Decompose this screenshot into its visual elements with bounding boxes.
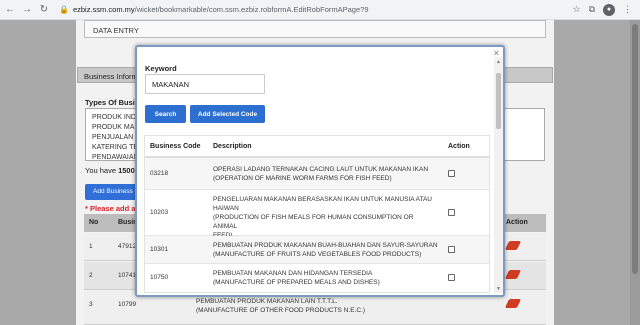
select-checkbox[interactable] — [448, 170, 455, 177]
description: OPERASI LADANG TERNAKAN CACING LAUT UNTU… — [213, 165, 438, 183]
browser-toolbar: ← → ↻ 🔒 ezbiz.ssm.com.my/wicket/bookmark… — [0, 0, 640, 20]
select-checkbox[interactable] — [448, 246, 455, 253]
data-entry-box: DATA ENTRY — [84, 20, 546, 38]
business-code: 10750 — [150, 274, 169, 281]
quota-value: 1500 — [118, 166, 135, 175]
row-no: 3 — [89, 301, 93, 308]
description-line: (PRODUCTION OF FISH MEALS FOR HUMAN CONS… — [213, 214, 414, 230]
bookmark-star-icon[interactable]: ☆ — [572, 4, 580, 15]
eraser-icon[interactable] — [504, 299, 522, 308]
header-action: Action — [448, 143, 470, 150]
back-arrow-icon[interactable]: ← — [3, 3, 17, 17]
scroll-up-icon[interactable]: ▲ — [496, 59, 501, 65]
business-code: 10301 — [150, 246, 169, 253]
search-button[interactable]: Search — [145, 105, 186, 123]
lock-icon[interactable]: 🔒 — [59, 5, 69, 14]
modal-scrollbar-thumb[interactable] — [496, 73, 501, 129]
quota-prefix: You have — [85, 166, 119, 175]
quota-text: You have 1500 — [85, 166, 135, 175]
select-checkbox[interactable] — [448, 209, 455, 216]
header-action: Action — [506, 219, 528, 226]
description-line: PENGELUARAN MAKANAN BERASASKAN IKAN UNTU… — [213, 196, 433, 203]
address-bar[interactable]: ezbiz.ssm.com.my/wicket/bookmarkable/com… — [73, 5, 573, 14]
description-line: (MANUFACTURE OF FRUITS AND VEGETABLES FO… — [213, 251, 422, 258]
header-description: Description — [213, 143, 252, 150]
row-code: 10799 — [118, 301, 137, 308]
select-checkbox[interactable] — [448, 274, 455, 281]
header-business-code: Business Code — [150, 143, 201, 150]
row-code: 10741 — [118, 272, 137, 279]
description-line: PEMBUATAN PRODUK MAKANAN BUAH-BUAHAN DAN… — [213, 242, 438, 249]
profile-avatar-icon[interactable]: ● — [603, 3, 615, 16]
results-header: Business Code Description Action — [145, 136, 489, 158]
keyword-input[interactable] — [145, 74, 265, 94]
description: PEMBUATAN PRODUK MAKANAN BUAH-BUAHAN DAN… — [213, 241, 438, 259]
business-code: 10203 — [150, 209, 169, 216]
description: PENGELUARAN MAKANAN BERASASKAN IKAN UNTU… — [213, 195, 438, 240]
add-business-button[interactable]: Add Business — [85, 184, 141, 200]
eraser-icon[interactable] — [504, 270, 522, 279]
browser-actions: ☆ ⧉ ● ⋮ — [572, 3, 632, 16]
row-description-line: PEMBUATAN PRODUK MAKANAN LAIN T.T.T.L. — [196, 298, 338, 305]
description-line: OPERASI LADANG TERNAKAN CACING LAUT UNTU… — [213, 166, 429, 173]
forward-arrow-icon[interactable]: → — [20, 3, 34, 17]
page-scrollbar-thumb[interactable] — [632, 24, 638, 274]
row-code: 47912 — [118, 243, 137, 250]
business-code-modal: × Keyword Search Add Selected Code Busin… — [135, 45, 505, 297]
keyword-label: Keyword — [145, 64, 177, 73]
please-add-warning: * Please add a — [85, 204, 136, 213]
description-line: (MANUFACTURE OF PREPARED MEALS AND DISHE… — [213, 279, 380, 286]
url-host: ezbiz.ssm.com.my — [72, 5, 135, 14]
scroll-down-icon[interactable]: ▼ — [496, 286, 501, 292]
row-description-line: (MANUFACTURE OF OTHER FOOD PRODUCTS N.E.… — [196, 307, 365, 314]
description-line: PEMBUATAN MAKANAN DAN HIDANGAN TERSEDIA — [213, 270, 373, 277]
table-row: 10203 PENGELUARAN MAKANAN BERASASKAN IKA… — [145, 190, 489, 239]
description: PEMBUATAN MAKANAN DAN HIDANGAN TERSEDIA … — [213, 269, 438, 287]
url-path: /wicket/bookmarkable/com.ssm.ezbiz.robfo… — [134, 5, 369, 14]
business-code: 03218 — [150, 170, 169, 177]
eraser-icon[interactable] — [504, 241, 522, 250]
results-table: Business Code Description Action 03218 O… — [144, 135, 490, 293]
browser-menu-icon[interactable]: ⋮ — [623, 4, 632, 15]
extensions-icon[interactable]: ⧉ — [589, 4, 595, 15]
description-line: (OPERATION OF MARINE WORM FARMS FOR FISH… — [213, 175, 392, 182]
header-no: No — [89, 219, 99, 226]
row-description: PEMBUATAN PRODUK MAKANAN LAIN T.T.T.L. (… — [196, 297, 365, 315]
table-row: 03218 OPERASI LADANG TERNAKAN CACING LAU… — [145, 158, 489, 190]
reload-icon[interactable]: ↻ — [37, 3, 51, 17]
row-no: 2 — [89, 272, 93, 279]
table-row: 10750 PEMBUATAN MAKANAN DAN HIDANGAN TER… — [145, 264, 489, 292]
description-line: HAIWAN — [213, 205, 239, 212]
row-no: 1 — [89, 243, 93, 250]
table-row: 10301 PEMBUATAN PRODUK MAKANAN BUAH-BUAH… — [145, 236, 489, 264]
add-selected-code-button[interactable]: Add Selected Code — [190, 105, 265, 123]
